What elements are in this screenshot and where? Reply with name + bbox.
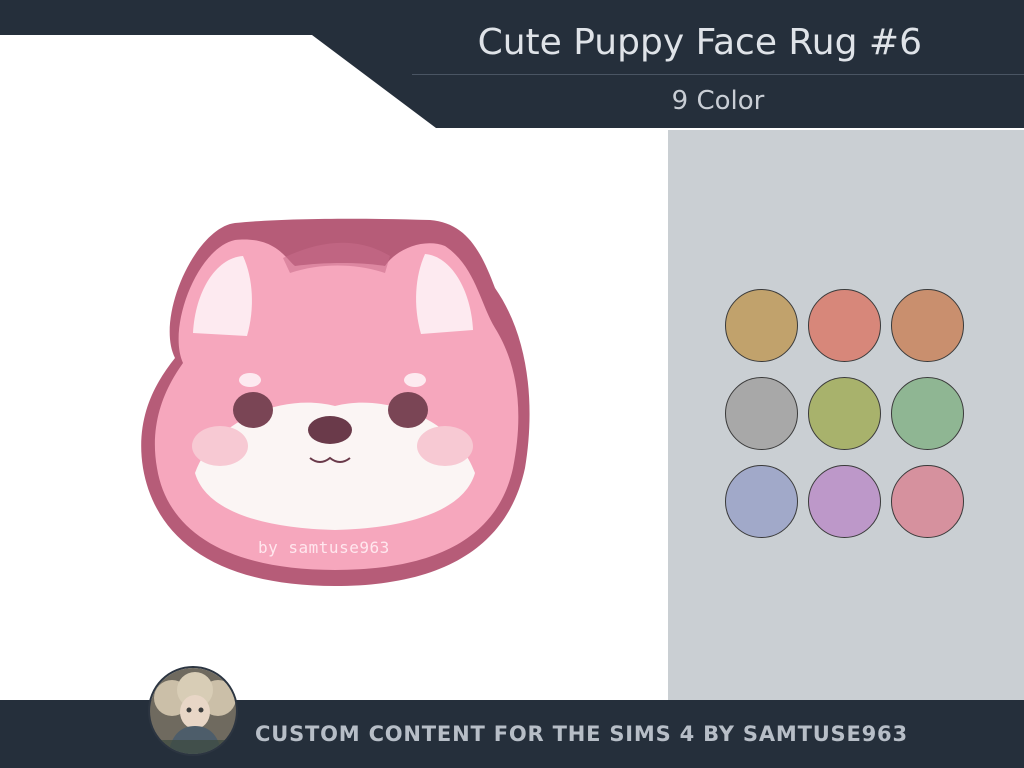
swatch-sage[interactable] (891, 377, 964, 450)
left-cheek (192, 426, 248, 466)
right-eyebrow (404, 373, 426, 387)
avatar-portrait (150, 668, 236, 754)
footer-credit: CUSTOM CONTENT FOR THE SIMS 4 BY SAMTUSE… (255, 722, 908, 746)
swatch-ochre[interactable] (725, 289, 798, 362)
title-divider (412, 74, 1024, 75)
swatch-terracotta[interactable] (891, 289, 964, 362)
color-count-subtitle: 9 Color (671, 86, 765, 116)
left-eyebrow (239, 373, 261, 387)
creator-avatar (148, 666, 238, 756)
swatch-grey[interactable] (725, 377, 798, 450)
right-eye (388, 392, 428, 428)
header-banner (0, 0, 1024, 128)
left-eye (233, 392, 273, 428)
swatch-periwinkle[interactable] (725, 465, 798, 538)
swatch-coral[interactable] (808, 289, 881, 362)
swatch-rose[interactable] (891, 465, 964, 538)
page-title: Cute Puppy Face Rug #6 (477, 22, 922, 63)
rug-nose (308, 416, 352, 444)
swatch-olive[interactable] (808, 377, 881, 450)
rug-watermark: by samtuse963 (258, 538, 390, 557)
right-cheek (417, 426, 473, 466)
puppy-rug-image (141, 218, 530, 586)
swatch-lavender[interactable] (808, 465, 881, 538)
